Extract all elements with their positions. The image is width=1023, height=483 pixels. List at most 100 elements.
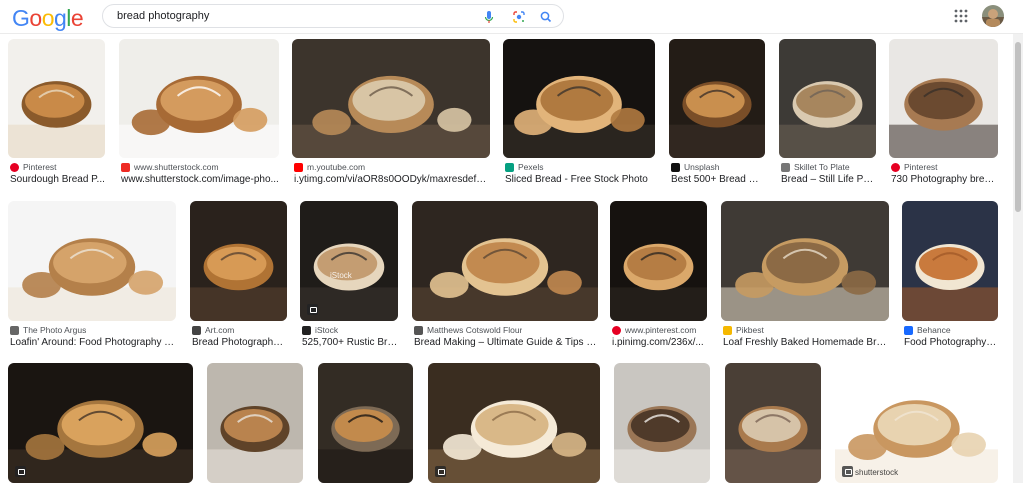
result-thumbnail[interactable] [318,363,413,483]
result-title[interactable]: Sourdough Bread P... [10,174,105,185]
result-source[interactable]: Pexels [505,162,655,172]
image-badge-icon [842,466,853,477]
result-source-text: Pexels [518,162,544,172]
result-title[interactable]: 525,700+ Rustic Bre... [302,337,398,348]
apps-grid-icon[interactable] [954,9,968,23]
search-input[interactable] [117,8,477,24]
behance-icon [904,325,913,335]
result-thumbnail[interactable] [190,201,287,321]
logo-letter: e [70,5,84,31]
art-com-icon [192,325,201,335]
image-result-card[interactable]: www.pinterest.com i.pinimg.com/236x/... [610,201,707,359]
image-result-card[interactable]: Matthews Cotswold Flour Bread Making – Ul… [412,201,598,359]
result-thumbnail[interactable] [292,39,490,158]
result-thumbnail[interactable] [428,363,600,483]
result-title[interactable]: Sliced Bread - Free Stock Photo [505,174,655,185]
thumbnail-image [779,39,876,158]
image-result-card[interactable]: m.youtube.com i.ytimg.com/vi/aOR8s0OODyk/… [292,39,490,196]
image-result-card[interactable]: Pikbest Loaf Freshly Baked Homemade Bre..… [721,201,889,359]
result-title[interactable]: Bread Photography ... [192,337,287,348]
result-thumbnail[interactable] [669,39,765,158]
logo-letter: g [53,5,67,31]
result-thumbnail[interactable] [119,39,279,158]
result-source[interactable]: m.youtube.com [294,162,490,172]
result-source[interactable]: Unsplash [671,162,765,172]
image-result-card[interactable]: www.shutterstock.com www.shutterstock.com… [119,39,279,196]
result-thumbnail[interactable] [503,39,655,158]
result-thumbnail[interactable] [721,201,889,321]
unsplash-icon [671,162,680,172]
lens-icon[interactable] [511,9,527,25]
result-title[interactable]: 730 Photography brea... [891,174,998,185]
thumbnail-image [428,363,600,483]
result-thumbnail[interactable] [889,39,998,158]
result-thumbnail[interactable] [902,201,998,321]
result-source[interactable]: Behance [904,325,998,335]
image-result-card[interactable] [318,363,413,483]
thumbnail-image [610,201,707,321]
image-result-card[interactable] [207,363,303,483]
result-source[interactable]: Matthews Cotswold Flour [414,325,598,335]
thumbnail-image [190,201,287,321]
thumbnail-image [503,39,655,158]
scrollbar-thumb[interactable] [1015,42,1021,212]
result-source[interactable]: The Photo Argus [10,325,176,335]
result-title[interactable]: Loaf Freshly Baked Homemade Bre... [723,337,889,348]
image-result-card[interactable]: iStock iStock 525,700+ Rustic Bre... [300,201,398,359]
scrollbar[interactable] [1013,34,1023,483]
result-source-text: Pikbest [736,325,764,335]
image-result-card[interactable]: shutterstock [835,363,998,483]
result-thumbnail[interactable] [8,39,105,158]
result-title[interactable]: Bread – Still Life Ph... [781,174,876,185]
result-title[interactable]: Bread Making – Ultimate Guide & Tips o..… [414,337,598,348]
image-result-card[interactable]: Pexels Sliced Bread - Free Stock Photo [503,39,655,196]
image-result-card[interactable]: Art.com Bread Photography ... [190,201,287,359]
image-result-card[interactable]: The Photo Argus Loafin' Around: Food Phot… [8,201,176,359]
result-source[interactable]: www.pinterest.com [612,325,707,335]
avatar[interactable] [982,5,1004,27]
result-title[interactable]: i.pinimg.com/236x/... [612,337,707,348]
istock-icon [302,325,311,335]
result-thumbnail[interactable] [779,39,876,158]
image-result-card[interactable]: Pinterest 730 Photography brea... [889,39,998,196]
image-result-card[interactable]: Skillet To Plate Bread – Still Life Ph... [779,39,876,196]
image-result-card[interactable]: Behance Food Photography :... [902,201,998,359]
result-source[interactable]: www.shutterstock.com [121,162,279,172]
search-icon[interactable] [538,9,554,25]
result-source-text: Matthews Cotswold Flour [427,325,523,335]
pikbest-icon [723,325,732,335]
google-logo[interactable]: Google [12,5,84,32]
thumbnail-image [8,201,176,321]
image-result-card[interactable] [725,363,821,483]
result-thumbnail[interactable] [412,201,598,321]
image-result-card[interactable] [614,363,710,483]
skillet-icon [781,162,790,172]
result-source[interactable]: Pikbest [723,325,889,335]
result-thumbnail[interactable] [614,363,710,483]
result-title[interactable]: www.shutterstock.com/image-pho... [121,174,279,185]
result-source[interactable]: Pinterest [10,162,105,172]
result-title[interactable]: i.ytimg.com/vi/aOR8s0OODyk/maxresdefa... [294,174,490,185]
result-title[interactable]: Best 500+ Bread Pi... [671,174,765,185]
result-title[interactable]: Food Photography :... [904,337,998,348]
result-thumbnail[interactable]: iStock [300,201,398,321]
result-thumbnail[interactable] [8,201,176,321]
result-source[interactable]: iStock [302,325,398,335]
mic-icon[interactable] [481,9,497,25]
result-thumbnail[interactable] [610,201,707,321]
result-source-text: Unsplash [684,162,720,172]
image-result-card[interactable]: Unsplash Best 500+ Bread Pi... [669,39,765,196]
image-result-card[interactable] [428,363,600,483]
result-thumbnail[interactable]: shutterstock [835,363,998,483]
result-title[interactable]: Loafin' Around: Food Photography Ti... [10,337,176,348]
result-source[interactable]: Art.com [192,325,287,335]
result-source[interactable]: Skillet To Plate [781,162,876,172]
result-thumbnail[interactable] [725,363,821,483]
image-result-card[interactable]: Pinterest Sourdough Bread P... [8,39,105,196]
result-source-text: Skillet To Plate [794,162,850,172]
result-thumbnail[interactable] [207,363,303,483]
result-thumbnail[interactable] [8,363,193,483]
result-source-text: The Photo Argus [23,325,87,335]
image-result-card[interactable] [8,363,193,483]
result-source[interactable]: Pinterest [891,162,998,172]
